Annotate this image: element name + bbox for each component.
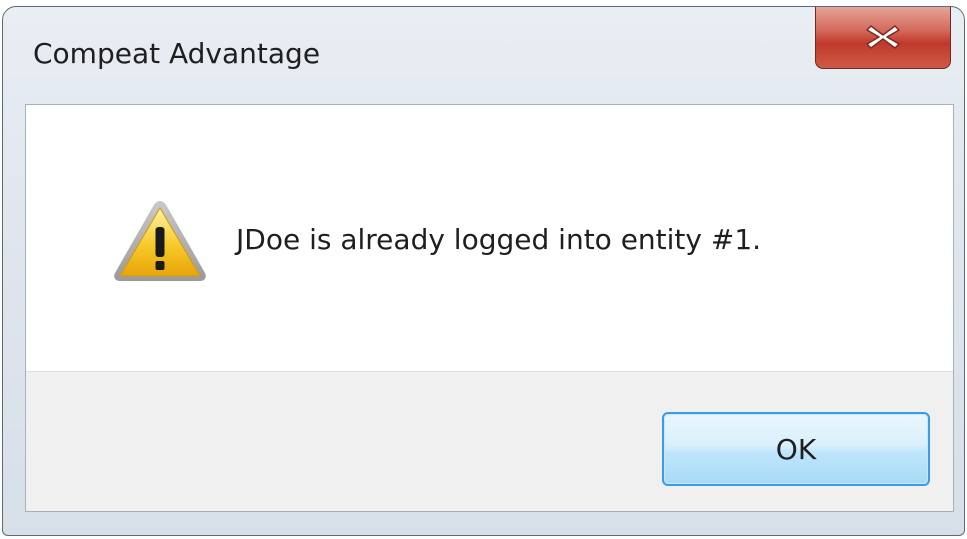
ok-button[interactable]: OK — [662, 412, 930, 486]
message-text: JDoe is already logged into entity #1. — [236, 223, 762, 256]
button-area: OK — [26, 371, 953, 511]
warning-icon — [114, 201, 206, 281]
close-icon — [866, 25, 900, 49]
title-bar[interactable]: Compeat Advantage — [3, 7, 964, 93]
dialog-content: JDoe is already logged into entity #1. O… — [25, 104, 954, 512]
window-title: Compeat Advantage — [33, 37, 321, 70]
dialog-window: Compeat Advantage JDoe is already logged… — [2, 6, 965, 536]
close-button[interactable] — [815, 7, 951, 69]
message-area: JDoe is already logged into entity #1. — [26, 105, 953, 371]
